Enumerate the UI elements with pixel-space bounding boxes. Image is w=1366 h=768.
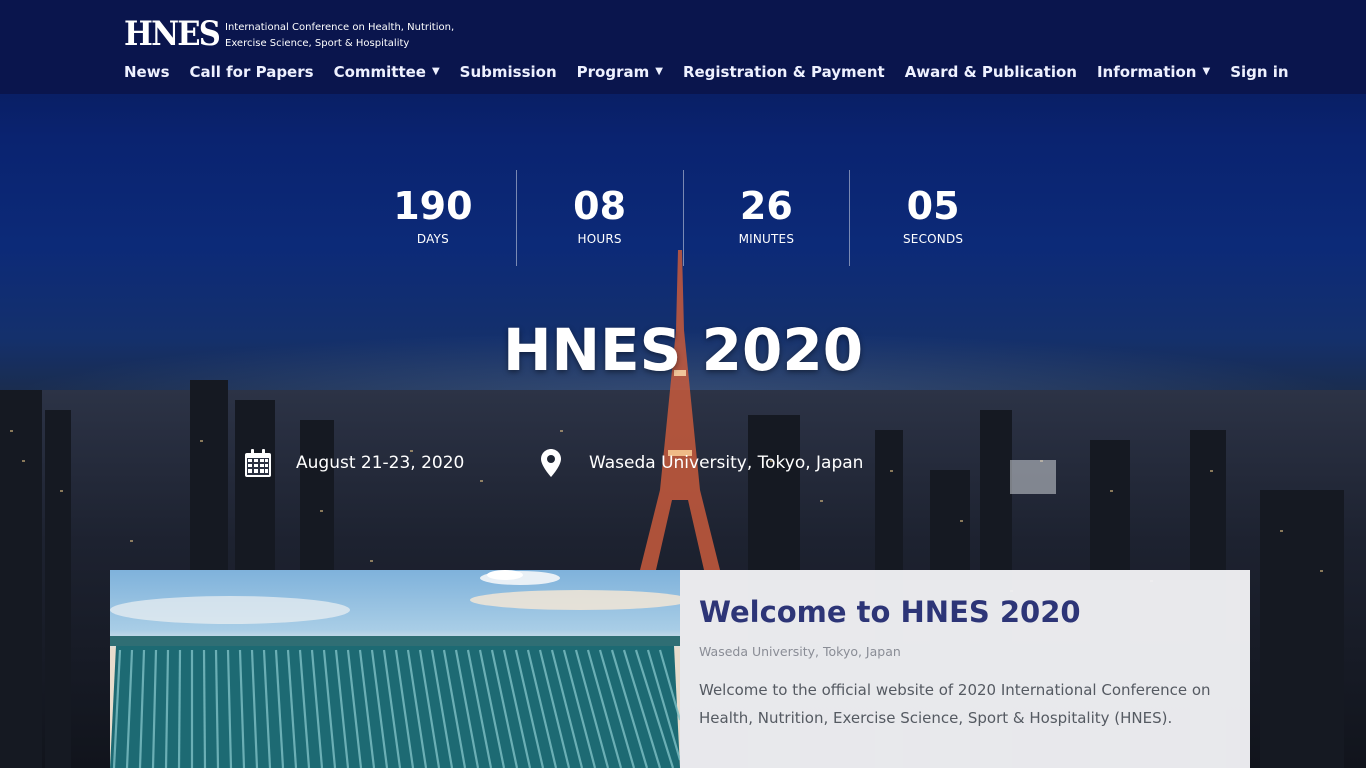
countdown-seconds-label: SECONDS [902, 232, 964, 246]
tagline-line-1: International Conference on Health, Nutr… [225, 22, 455, 33]
countdown-hours-label: HOURS [577, 232, 622, 246]
welcome-body: Welcome to the official website of 2020 … [699, 681, 1211, 727]
nav-item-label: Sign in [1230, 63, 1289, 81]
chevron-down-icon: ▼ [655, 66, 663, 77]
site-tagline: International Conference on Health, Nutr… [225, 20, 454, 52]
venue-roof-illustration [110, 570, 680, 768]
nav-item-program[interactable]: Program ▼ [577, 60, 663, 84]
welcome-subtitle: Waseda University, Tokyo, Japan [699, 644, 901, 659]
event-date-text: August 21-23, 2020 [296, 453, 465, 473]
nav-item-award-publication[interactable]: Award & Publication [905, 60, 1077, 84]
nav-item-label: News [124, 63, 170, 81]
nav-item-news[interactable]: News [124, 60, 170, 84]
main-nav: News Call for Papers Committee ▼ Submiss… [124, 60, 1309, 84]
tagline-line-2: Exercise Science, Sport & Hospitality [225, 38, 410, 49]
tokyo-tower-graphic [640, 250, 720, 570]
hero-title: HNES 2020 [502, 316, 864, 384]
countdown-days: 190 DAYS [350, 170, 516, 266]
nav-item-label: Submission [459, 63, 557, 81]
nav-item-submission[interactable]: Submission [460, 60, 557, 84]
chevron-down-icon: ▼ [1202, 66, 1211, 77]
nav-item-label: Committee [333, 63, 426, 81]
nav-item-label: Information [1096, 63, 1197, 81]
nav-item-committee[interactable]: Committee ▼ [334, 60, 440, 84]
site-logo[interactable]: HNES [124, 14, 221, 54]
countdown-hours-value: 08 [573, 184, 627, 228]
countdown-timer: 190 DAYS 08 HOURS 26 MINUTES 05 SECONDS [350, 170, 1016, 266]
countdown-days-label: DAYS [416, 232, 449, 246]
calendar-icon [245, 449, 271, 477]
map-pin-icon [541, 449, 561, 477]
venue-photo [110, 570, 680, 768]
countdown-hours: 08 HOURS [515, 170, 683, 266]
nav-item-label: Program [576, 63, 650, 81]
countdown-minutes-value: 26 [739, 184, 793, 228]
countdown-minutes: 26 MINUTES [682, 170, 850, 266]
site-header: HNES International Conference on Health,… [0, 0, 1366, 94]
welcome-card: Welcome to HNES 2020 Waseda University, … [110, 570, 1250, 768]
countdown-seconds-value: 05 [906, 184, 960, 228]
event-venue: Waseda University, Tokyo, Japan [541, 448, 863, 478]
nav-item-label: Registration & Payment [682, 63, 885, 81]
event-date: August 21-23, 2020 [244, 448, 464, 478]
nav-item-sign-in[interactable]: Sign in [1230, 60, 1288, 84]
nav-item-information[interactable]: Information ▼ [1097, 60, 1210, 84]
event-venue-text: Waseda University, Tokyo, Japan [589, 453, 864, 473]
nav-item-label: Call for Papers [189, 63, 314, 81]
countdown-minutes-label: MINUTES [738, 232, 795, 246]
welcome-title: Welcome to HNES 2020 [699, 595, 1081, 629]
nav-item-call-for-papers[interactable]: Call for Papers [190, 60, 314, 84]
countdown-days-value: 190 [393, 184, 473, 228]
countdown-seconds: 05 SECONDS [849, 170, 1016, 266]
nav-item-label: Award & Publication [904, 63, 1077, 81]
chevron-down-icon: ▼ [431, 66, 440, 77]
nav-item-registration-payment[interactable]: Registration & Payment [683, 60, 885, 84]
welcome-text-panel: Welcome to HNES 2020 Waseda University, … [680, 570, 1250, 768]
